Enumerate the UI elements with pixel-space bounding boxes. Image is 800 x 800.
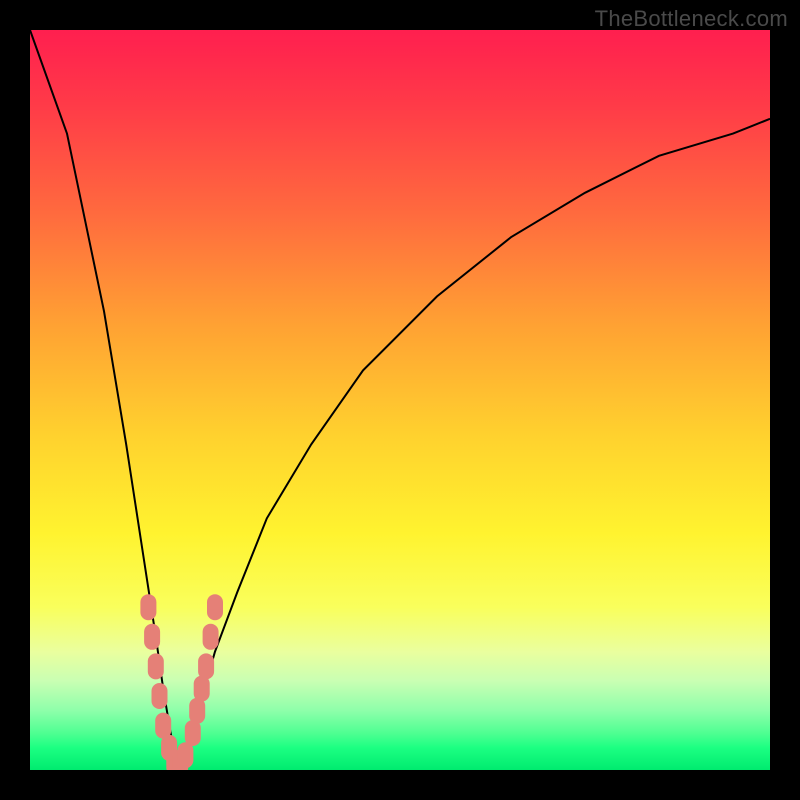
bottleneck-curve [30,30,770,770]
data-marker [194,676,210,702]
outer-frame: TheBottleneck.com [0,0,800,800]
data-marker [207,594,223,620]
data-marker [140,594,156,620]
chart-svg [30,30,770,770]
data-marker [144,624,160,650]
data-marker [185,720,201,746]
data-marker [203,624,219,650]
watermark-text: TheBottleneck.com [595,6,788,32]
plot-area [30,30,770,770]
data-marker [148,653,164,679]
data-marker [177,742,193,768]
data-marker [155,713,171,739]
data-marker [152,683,168,709]
data-marker [198,653,214,679]
data-marker [189,698,205,724]
